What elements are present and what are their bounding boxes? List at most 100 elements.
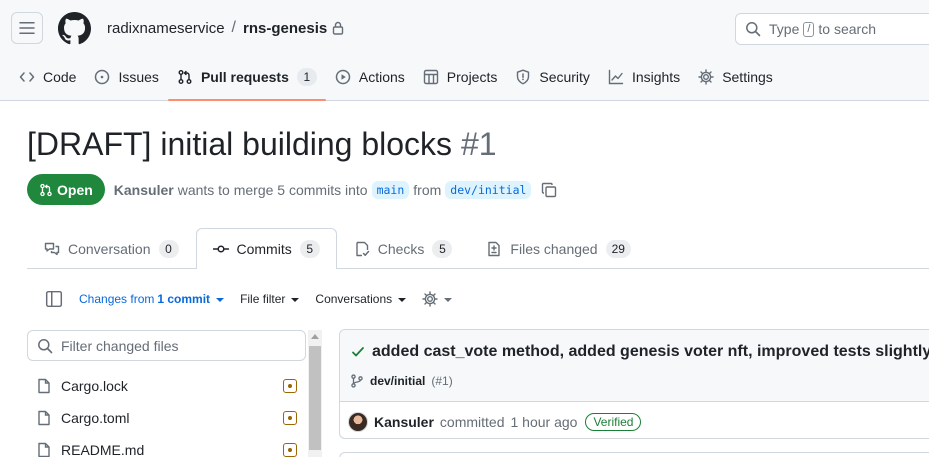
nav-pull-requests[interactable]: Pull requests 1 — [167, 60, 326, 101]
nav-projects[interactable]: Projects — [414, 60, 507, 94]
file-icon — [36, 378, 52, 394]
app-header: radixnameservice / rns-genesis Type / to… — [0, 0, 929, 101]
gear-icon — [422, 291, 438, 307]
tab-conversation-label: Conversation — [68, 240, 151, 257]
github-logo-icon[interactable] — [58, 12, 91, 45]
changes-from-dropdown[interactable]: Changes from 1 commit — [79, 292, 225, 306]
repo-nav: Code Issues Pull requests 1 Actions Proj… — [0, 60, 782, 101]
issue-opened-icon — [95, 69, 110, 85]
pull-requests-count: 1 — [296, 68, 317, 86]
file-tree-item[interactable]: Cargo.lock — [27, 370, 305, 402]
copy-icon[interactable] — [541, 182, 557, 198]
search-icon — [746, 22, 761, 37]
file-tree-item[interactable]: README.md — [27, 434, 305, 457]
search-prefix-text: Type — [769, 21, 800, 37]
gear-icon — [698, 69, 714, 85]
file-tree-scrollbar[interactable] — [308, 330, 322, 457]
tab-files-changed-label: Files changed — [510, 240, 598, 257]
nav-security[interactable]: Security — [506, 60, 599, 94]
commit-author-link[interactable]: Kansuler — [374, 414, 434, 430]
search-suffix-text: to search — [818, 21, 877, 37]
scroll-up-arrow-icon[interactable] — [311, 334, 319, 339]
changes-from-prefix: Changes from — [79, 292, 155, 306]
commit-branch-name[interactable]: dev/initial — [370, 374, 425, 388]
hamburger-menu-button[interactable] — [11, 12, 43, 44]
file-modified-icon — [283, 411, 297, 425]
chevron-down-icon — [444, 297, 453, 302]
tab-conversation[interactable]: Conversation 0 — [27, 228, 196, 268]
breadcrumb: radixnameservice / rns-genesis — [107, 19, 344, 37]
file-name: Cargo.lock — [61, 378, 128, 394]
checklist-icon — [356, 241, 369, 256]
nav-issues[interactable]: Issues — [85, 60, 167, 94]
search-shortcut-key: / — [803, 21, 815, 37]
nav-settings-label: Settings — [722, 69, 773, 85]
nav-insights[interactable]: Insights — [599, 60, 689, 94]
pr-author-link[interactable]: Kansuler — [114, 182, 174, 198]
nav-code[interactable]: Code — [10, 60, 85, 94]
sidebar-expand-icon — [45, 290, 63, 308]
filter-changed-files-input[interactable]: Filter changed files — [27, 330, 306, 361]
nav-actions-label: Actions — [358, 69, 405, 85]
global-search-input[interactable]: Type / to search — [735, 13, 929, 45]
tab-checks-count: 5 — [432, 239, 453, 258]
nav-insights-label: Insights — [631, 69, 681, 85]
code-icon — [19, 72, 35, 82]
git-pull-request-icon — [40, 183, 52, 196]
pr-from-text: from — [413, 181, 442, 198]
file-tree-toggle[interactable] — [45, 290, 63, 308]
commit-title-link[interactable]: added cast_vote method, added genesis vo… — [372, 343, 929, 361]
conversations-dropdown[interactable]: Conversations — [315, 292, 407, 306]
breadcrumb-separator: / — [231, 19, 236, 36]
conversations-label: Conversations — [315, 292, 393, 306]
changes-from-count: 1 commit — [157, 292, 211, 306]
tab-checks[interactable]: Checks 5 — [337, 228, 470, 268]
verified-badge[interactable]: Verified — [585, 412, 642, 431]
breadcrumb-repo-link[interactable]: rns-genesis — [243, 20, 327, 37]
chevron-down-icon — [216, 297, 225, 302]
tab-files-changed[interactable]: Files changed 29 — [469, 228, 648, 268]
chevron-down-icon — [398, 297, 407, 302]
nav-settings[interactable]: Settings — [689, 60, 782, 94]
pr-state-badge: Open — [27, 174, 105, 205]
pr-meta: Open Kansuler wants to merge 5 commits i… — [27, 174, 557, 205]
base-branch-link[interactable]: main — [371, 180, 410, 199]
nav-code-label: Code — [43, 69, 77, 85]
breadcrumb-owner-link[interactable]: radixnameservice — [107, 20, 225, 37]
commit-header: added cast_vote method, added genesis vo… — [340, 330, 929, 402]
avatar[interactable] — [348, 411, 368, 432]
pr-meta-text: wants to merge 5 commits into — [177, 181, 368, 198]
nav-projects-label: Projects — [446, 69, 498, 85]
pr-tabs: Conversation 0 Commits 5 Checks 5 Files … — [27, 228, 929, 269]
tab-commits[interactable]: Commits 5 — [195, 228, 337, 269]
file-filter-dropdown[interactable]: File filter — [240, 292, 300, 306]
git-branch-icon — [351, 374, 363, 388]
nav-issues-label: Issues — [118, 69, 159, 85]
pr-number: #1 — [460, 126, 497, 162]
commit-branch-info: dev/initial (#1) — [350, 374, 453, 388]
file-icon — [36, 410, 52, 426]
changed-files-list: Cargo.lock Cargo.toml README.md — [27, 370, 305, 457]
tab-commits-label: Commits — [236, 241, 292, 257]
chevron-down-icon — [291, 297, 300, 302]
file-name: Cargo.toml — [61, 410, 130, 426]
tab-conversation-count: 0 — [158, 239, 179, 258]
commit-time: 1 hour ago — [510, 413, 578, 430]
diff-settings-dropdown[interactable] — [422, 291, 453, 307]
file-modified-icon — [283, 443, 297, 457]
pr-title-text: [DRAFT] initial building blocks — [27, 126, 453, 162]
git-commit-icon — [212, 245, 229, 253]
tab-commits-count: 5 — [299, 240, 320, 258]
file-tree-item[interactable]: Cargo.toml — [27, 402, 305, 434]
check-icon — [352, 347, 364, 357]
search-icon — [38, 338, 53, 353]
head-branch-link[interactable]: dev/initial — [445, 180, 532, 199]
commit-author-line: Kansuler committed 1 hour ago Verified — [340, 403, 642, 438]
graph-icon — [608, 69, 624, 85]
scroll-thumb[interactable] — [309, 346, 321, 450]
next-commit-panel — [339, 452, 929, 457]
tab-files-changed-count: 29 — [605, 239, 631, 258]
file-modified-icon — [283, 379, 297, 393]
nav-actions[interactable]: Actions — [326, 60, 414, 94]
commit-pr-ref[interactable]: (#1) — [431, 374, 452, 388]
